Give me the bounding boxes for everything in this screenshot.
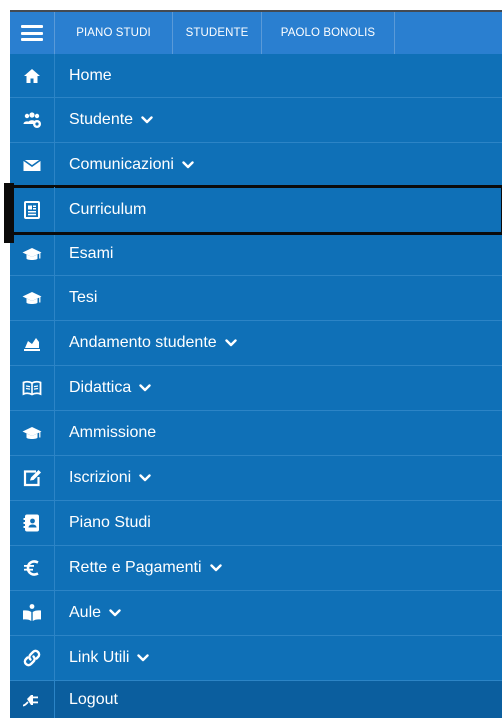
euro-icon <box>10 546 55 590</box>
breadcrumb-piano-studi[interactable]: PIANO STUDI <box>55 12 173 54</box>
sidebar-item-rette-e-pagamenti[interactable]: Rette e Pagamenti <box>10 546 502 591</box>
chevron-down-icon <box>139 384 151 392</box>
home-icon <box>10 54 55 97</box>
top-navigation-bar: PIANO STUDI STUDENTE PAOLO BONOLIS <box>10 10 502 54</box>
sidebar-item-label: Andamento studente <box>69 334 217 351</box>
sidebar-item-label-wrap: Esami <box>69 233 113 275</box>
sidebar-item-label-wrap: Aule <box>69 591 121 635</box>
reader-icon <box>10 591 55 635</box>
sidebar-item-curriculum[interactable]: Curriculum <box>8 185 502 235</box>
sidebar-item-label: Comunicazioni <box>69 155 174 173</box>
sidebar-item-label-wrap: Iscrizioni <box>69 456 151 500</box>
sidebar-item-label: Tesi <box>69 289 98 306</box>
sidebar-item-link-utili[interactable]: Link Utili <box>10 636 502 681</box>
breadcrumb-paolo-bonolis[interactable]: PAOLO BONOLIS <box>262 12 395 54</box>
graduation-cap-icon <box>10 233 55 275</box>
sidebar-item-label-wrap: Andamento studente <box>69 321 237 365</box>
sidebar-item-label: Iscrizioni <box>69 469 132 486</box>
sidebar-item-label: Curriculum <box>69 200 147 218</box>
sidebar-item-studente[interactable]: Studente <box>10 98 502 143</box>
sidebar-item-label: Esami <box>69 245 114 262</box>
sidebar-item-label: Studente <box>69 111 134 128</box>
graduation-cap-icon <box>10 276 55 320</box>
sidebar-item-label-wrap: Didattica <box>69 366 151 410</box>
sidebar-item-label-wrap: Comunicazioni <box>69 143 194 186</box>
sidebar-item-label: Link Utili <box>69 649 130 666</box>
chevron-down-icon <box>137 654 150 662</box>
plug-icon <box>10 681 55 718</box>
sidebar-item-label-wrap: Rette e Pagamenti <box>69 546 222 590</box>
chevron-down-icon <box>109 609 121 617</box>
sidebar-item-piano-studi[interactable]: Piano Studi <box>10 501 502 546</box>
edit-icon <box>10 456 55 500</box>
sidebar-item-comunicazioni[interactable]: Comunicazioni <box>10 143 502 187</box>
chevron-down-icon <box>182 160 194 169</box>
sidebar-item-label-wrap: Logout <box>69 681 118 718</box>
sidebar-item-label-wrap: Ammissione <box>69 411 156 455</box>
sidebar-item-label-wrap: Curriculum <box>69 187 146 232</box>
chevron-down-icon <box>141 116 153 124</box>
link-icon <box>10 636 55 680</box>
users-icon <box>10 98 55 142</box>
sidebar-item-ammissione[interactable]: Ammissione <box>10 411 502 456</box>
address-book-icon <box>10 501 55 545</box>
chevron-down-icon <box>224 339 237 347</box>
sidebar-item-label-wrap: Home <box>69 54 112 97</box>
sidebar-item-didattica[interactable]: Didattica <box>10 366 502 411</box>
sidebar-item-tesi[interactable]: Tesi <box>10 276 502 321</box>
sidebar-item-label: Didattica <box>69 379 132 396</box>
sidebar-item-logout[interactable]: Logout <box>10 681 502 718</box>
chevron-down-icon <box>139 474 151 482</box>
sidebar-item-label: Rette e Pagamenti <box>69 559 202 576</box>
hamburger-menu-icon <box>21 25 43 41</box>
sidebar-item-label: Piano Studi <box>69 514 151 531</box>
sidebar-item-label-wrap: Link Utili <box>69 636 150 680</box>
active-item-highlight-edge <box>4 183 14 243</box>
book-icon <box>10 366 55 410</box>
chart-area-icon <box>10 321 55 365</box>
hamburger-menu-button[interactable] <box>10 12 55 54</box>
sidebar-item-label-wrap: Piano Studi <box>69 501 151 545</box>
top-strip <box>0 0 502 10</box>
sidebar-item-label: Logout <box>69 690 118 708</box>
sidebar-item-label: Aule <box>69 604 102 621</box>
breadcrumb-studente[interactable]: STUDENTE <box>173 12 262 54</box>
graduation-cap-icon <box>10 411 55 455</box>
sidebar-item-andamento-studente[interactable]: Andamento studente <box>10 321 502 366</box>
sidebar-item-label-wrap: Studente <box>69 98 153 142</box>
sidebar-item-label-wrap: Tesi <box>69 276 97 320</box>
sidebar-item-home[interactable]: Home <box>10 54 502 98</box>
app-frame: PIANO STUDI STUDENTE PAOLO BONOLIS Home S… <box>0 0 502 718</box>
sidebar-item-esami[interactable]: Esami <box>10 233 502 276</box>
sidebar-item-iscrizioni[interactable]: Iscrizioni <box>10 456 502 501</box>
chevron-down-icon <box>209 564 222 572</box>
sidebar-item-label: Home <box>69 66 112 84</box>
sidebar-menu: Home Studente Comunicazioni Curriculum Esami… <box>8 54 502 718</box>
document-icon <box>10 187 55 232</box>
sidebar-item-aule[interactable]: Aule <box>10 591 502 636</box>
sidebar-item-label: Ammissione <box>69 424 157 441</box>
envelope-icon <box>10 143 55 186</box>
left-edge <box>0 10 10 718</box>
